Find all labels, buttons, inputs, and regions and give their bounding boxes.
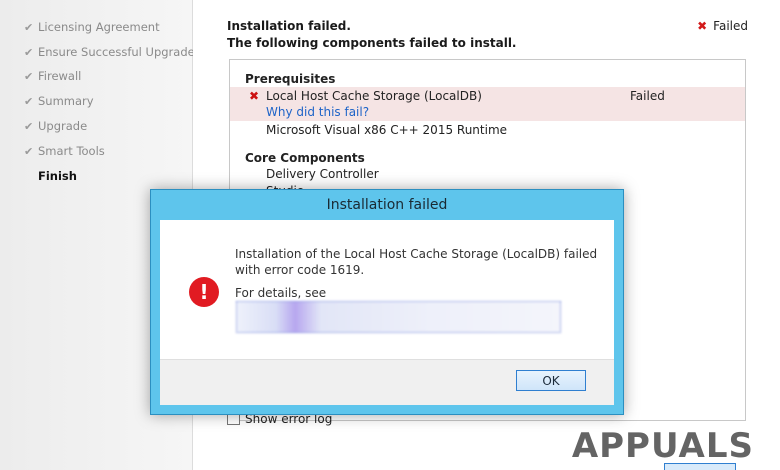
page-subtitle: The following components failed to insta… <box>227 36 517 50</box>
dialog-footer: OK <box>160 359 614 405</box>
check-icon: ✔ <box>24 70 34 83</box>
why-did-this-fail-link[interactable]: Why did this fail? <box>266 105 369 119</box>
step-smart-tools: ✔ Smart Tools <box>24 142 105 160</box>
step-finish: Finish <box>38 169 77 183</box>
failed-component-name: Local Host Cache Storage (LocalDB) <box>266 89 482 103</box>
check-icon: ✔ <box>24 120 34 133</box>
step-firewall: ✔ Firewall <box>24 67 81 85</box>
prerequisite-item: Microsoft Visual x86 C++ 2015 Runtime <box>266 123 508 137</box>
page-title: Installation failed. <box>227 19 351 33</box>
step-ensure-successful-upgrade: ✔ Ensure Successful Upgrade <box>24 43 195 61</box>
failed-component-row: ✖ Local Host Cache Storage (LocalDB) Fai… <box>230 87 745 121</box>
check-icon: ✔ <box>24 95 34 108</box>
x-mark-icon: ✖ <box>249 89 260 103</box>
dialog-details-label: For details, see <box>235 286 327 300</box>
prerequisites-heading: Prerequisites <box>245 72 336 86</box>
dialog-title: Installation failed <box>326 197 448 213</box>
error-exclamation-icon: ! <box>189 277 219 307</box>
core-components-heading: Core Components <box>245 151 365 165</box>
check-icon: ✔ <box>24 145 34 158</box>
check-icon: ✔ <box>24 21 34 34</box>
installation-failed-dialog: Installation failed ! Installation of th… <box>150 189 624 415</box>
ok-button[interactable]: OK <box>516 370 586 391</box>
dialog-message: Installation of the Local Host Cache Sto… <box>235 247 598 277</box>
dialog-body: ! Installation of the Local Host Cache S… <box>160 220 614 405</box>
core-component-item: Delivery Controller <box>266 167 379 181</box>
step-licensing-agreement: ✔ Licensing Agreement <box>24 18 160 36</box>
watermark-logo: APPUALS <box>571 426 754 466</box>
step-summary: ✔ Summary <box>24 92 94 110</box>
x-mark-icon: ✖ <box>697 19 708 33</box>
failed-component-status: Failed <box>630 89 665 103</box>
check-icon: ✔ <box>24 46 34 59</box>
overall-status: ✖ Failed <box>697 19 748 33</box>
details-log-path-redacted[interactable] <box>236 301 561 333</box>
step-upgrade: ✔ Upgrade <box>24 117 87 135</box>
